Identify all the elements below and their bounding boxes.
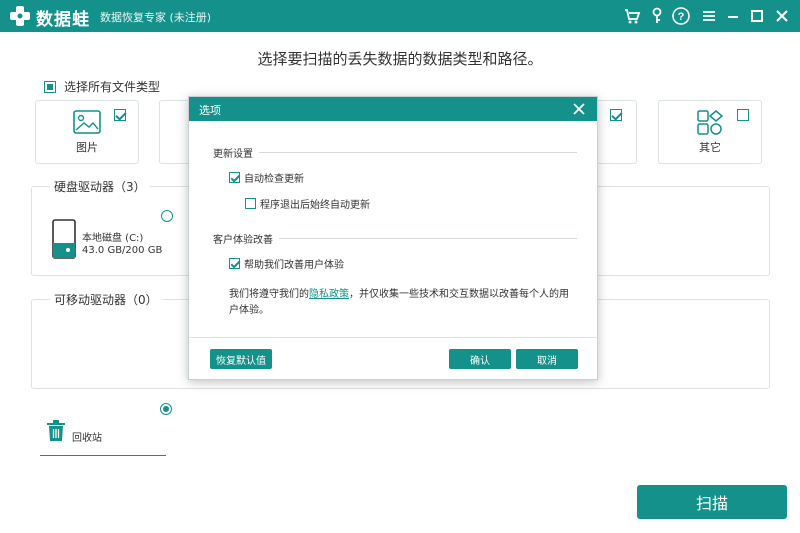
dialog-separator [189,337,597,338]
images-checkbox[interactable] [114,109,126,121]
page-title: 选择要扫描的丢失数据的数据类型和路径。 [257,50,543,68]
auto-check-update-row[interactable]: 自动检查更新 [229,170,304,185]
auto-check-update-label: 自动检查更新 [244,174,304,185]
always-update-row[interactable]: 程序退出后始终自动更新 [245,196,370,211]
local-disk-icon [52,219,76,259]
close-icon[interactable] [772,6,792,26]
menu-icon[interactable] [699,6,719,26]
privacy-text: 我们将遵守我们的隐私政策，并仅收集一些技术和交互数据以改善每个人的用户体验。 [229,287,569,319]
dialog-header: 选项 [189,97,597,121]
key-icon[interactable] [647,6,667,26]
drive-size: 43.0 GB/200 GB [82,245,163,256]
others-checkbox[interactable] [737,109,749,121]
title-bar: 数据蛙 数据恢复专家 (未注册) ? [0,0,800,32]
app-subtitle: 数据恢复专家 (未注册) [100,11,212,24]
cancel-button[interactable]: 取消 [516,349,578,369]
logo-text: 数据蛙 [36,10,90,30]
image-icon [73,110,101,134]
file-type-card-images[interactable]: 图片 [35,100,139,164]
ux-group-title: 客户体验改善 [213,231,279,246]
local-disk-radio[interactable] [161,210,173,222]
always-update-checkbox[interactable] [245,198,256,209]
trash-icon [47,420,65,441]
recycle-bin-radio[interactable] [160,403,172,415]
app-logo-icon [10,6,30,26]
recycle-bin-item[interactable]: 回收站 [40,418,166,456]
help-improve-row[interactable]: 帮助我们改善用户体验 [229,256,344,271]
drive-name[interactable]: 本地磁盘 (C:) [82,229,143,244]
recycle-bin-label: 回收站 [72,433,102,444]
select-all-label: 选择所有文件类型 [64,80,161,94]
help-improve-checkbox[interactable] [229,258,240,269]
others-label: 其它 [699,141,721,154]
dialog-title: 选项 [199,104,221,117]
hard-drives-title: 硬盘驱动器（3） [50,178,150,195]
select-all-check-icon[interactable] [44,80,56,93]
removable-drives-title: 可移动驱动器（0） [50,291,162,308]
restore-default-button[interactable]: 恢复默认值 [210,349,272,369]
others-icon [697,110,723,135]
update-group-title: 更新设置 [213,145,259,160]
maximize-icon[interactable] [747,6,767,26]
cart-icon[interactable] [622,6,642,26]
options-dialog: 选项 更新设置 自动检查更新 程序退出后始终自动更新 客户体验改善 帮助我们改善… [188,96,598,380]
minimize-icon[interactable] [723,6,743,26]
help-icon[interactable]: ? [671,6,691,26]
confirm-button[interactable]: 确认 [449,349,511,369]
privacy-prefix: 我们将遵守我们的 [229,289,309,300]
always-update-label: 程序退出后始终自动更新 [260,200,370,211]
help-improve-label: 帮助我们改善用户体验 [244,260,344,271]
hidden-card-checkbox[interactable] [610,109,622,121]
svg-text:?: ? [678,11,685,23]
update-group-line [213,152,577,153]
file-type-card-hidden-right[interactable] [597,100,637,164]
file-type-card-others[interactable]: 其它 [658,100,762,164]
scan-button[interactable]: 扫描 [637,485,787,519]
images-label: 图片 [76,141,98,154]
dialog-close-icon[interactable] [571,101,587,117]
privacy-policy-link[interactable]: 隐私政策 [309,289,349,300]
auto-check-update-checkbox[interactable] [229,172,240,183]
select-all-checkbox[interactable]: 选择所有文件类型 [44,78,160,95]
